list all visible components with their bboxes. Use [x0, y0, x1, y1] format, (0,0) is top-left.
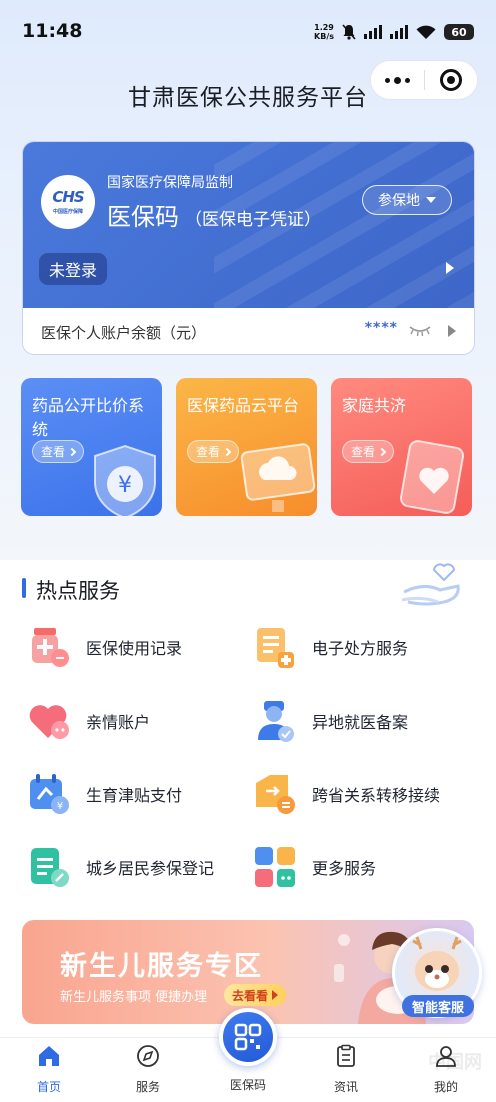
balance-label: 医保个人账户余额（元）	[41, 324, 207, 342]
banner-go-button[interactable]: 去看看	[224, 984, 287, 1006]
balance-row[interactable]: 医保个人账户余额（元） ****	[23, 308, 474, 354]
tab-news[interactable]: 资讯	[311, 1044, 381, 1095]
service-resident-registration[interactable]: 城乡居民参保登记	[26, 842, 214, 892]
watermark: 中国网	[428, 1052, 482, 1073]
view-button[interactable]: 查看	[32, 440, 85, 463]
service-usage-record[interactable]: 医保使用记录	[26, 622, 182, 672]
banner-subtitle: 新生儿服务事项 便捷办理	[60, 990, 208, 1005]
more-menu-icon[interactable]	[371, 61, 424, 99]
tab-home[interactable]: 首页	[14, 1044, 84, 1095]
balance-masked: ****	[364, 320, 398, 336]
card-header: CHS 中国医疗保障 国家医疗保障局监制 医保码 （医保电子凭证） 参保地 未登录	[23, 142, 474, 308]
play-arrow-icon[interactable]	[446, 262, 454, 274]
tab-qr-label[interactable]: 医保码	[213, 1076, 283, 1093]
chevron-right-icon	[377, 447, 387, 456]
svg-text:¥: ¥	[118, 473, 132, 498]
shield-yuan-icon: ¥	[94, 444, 156, 516]
battery-icon: 60	[444, 24, 474, 40]
more-grid-icon	[255, 847, 295, 887]
view-button[interactable]: 查看	[342, 440, 395, 463]
chevron-right-icon	[222, 447, 232, 456]
signal-icon-1	[364, 25, 382, 39]
hand-heart-icon	[401, 563, 460, 606]
signal-icon-2	[390, 25, 408, 39]
register-form-icon	[31, 848, 69, 887]
section-accent-bar	[22, 578, 26, 598]
home-icon	[39, 1046, 59, 1066]
promo-family-mutual-aid[interactable]: 家庭共济 查看	[331, 378, 472, 516]
medicine-bottle-icon	[32, 628, 69, 667]
news-icon	[337, 1044, 355, 1067]
view-button[interactable]: 查看	[187, 440, 240, 463]
status-time: 11:48	[22, 20, 83, 42]
banner-title: 新生儿服务专区	[60, 951, 263, 982]
insurance-code-card[interactable]: CHS 中国医疗保障 国家医疗保障局监制 医保码 （医保电子凭证） 参保地 未登录…	[22, 141, 475, 355]
close-miniprogram-icon[interactable]	[424, 61, 477, 99]
compass-icon	[137, 1045, 159, 1067]
doctor-icon	[258, 701, 294, 742]
service-remote-medical-filing[interactable]: 异地就医备案	[252, 696, 408, 746]
qr-code-icon	[234, 1023, 262, 1051]
promo-drug-cloud-platform[interactable]: 医保药品云平台 查看	[176, 378, 317, 516]
chevron-right-icon	[67, 447, 77, 456]
status-indicators: 1.29 KB/s 60	[314, 22, 474, 42]
chs-logo: CHS 中国医疗保障	[41, 175, 95, 229]
mini-program-capsule	[370, 60, 478, 100]
login-status[interactable]: 未登录	[39, 253, 108, 285]
caret-down-icon	[426, 197, 436, 203]
transfer-box-icon	[256, 775, 295, 814]
hot-services-title: 热点服务	[36, 579, 120, 603]
supervise-text: 国家医疗保障局监制	[107, 175, 233, 191]
tab-service[interactable]: 服务	[113, 1044, 183, 1095]
smart-assistant-label[interactable]: 智能客服	[402, 995, 474, 1017]
wifi-icon	[416, 25, 436, 39]
calendar-allowance-icon: ¥	[30, 774, 69, 814]
play-arrow-icon[interactable]	[448, 325, 456, 337]
service-e-prescription[interactable]: 电子处方服务	[252, 622, 408, 672]
eye-closed-icon[interactable]	[408, 325, 432, 337]
net-speed: 1.29 KB/s	[314, 23, 334, 41]
prescription-icon	[257, 628, 294, 668]
svg-text:¥: ¥	[57, 801, 63, 812]
insured-place-button[interactable]: 参保地	[362, 185, 452, 215]
service-cross-province-transfer[interactable]: 跨省关系转移接续	[252, 769, 440, 819]
heart-card-icon	[399, 440, 465, 514]
service-more[interactable]: 更多服务	[252, 842, 376, 892]
mute-bell-icon	[342, 24, 356, 40]
chevron-right-icon	[272, 990, 279, 1000]
cloud-monitor-icon	[240, 443, 316, 512]
service-maternity-allowance[interactable]: ¥ 生育津贴支付	[26, 769, 182, 819]
service-family-account[interactable]: 亲情账户	[26, 696, 150, 746]
heart-account-icon	[29, 705, 69, 739]
qr-code-button[interactable]	[219, 1008, 277, 1066]
card-name: 医保码 （医保电子凭证）	[107, 203, 321, 231]
promo-drug-price-compare[interactable]: 药品公开比价系统 查看 ¥	[21, 378, 162, 516]
status-bar: 11:48 1.29 KB/s 60	[0, 0, 496, 60]
